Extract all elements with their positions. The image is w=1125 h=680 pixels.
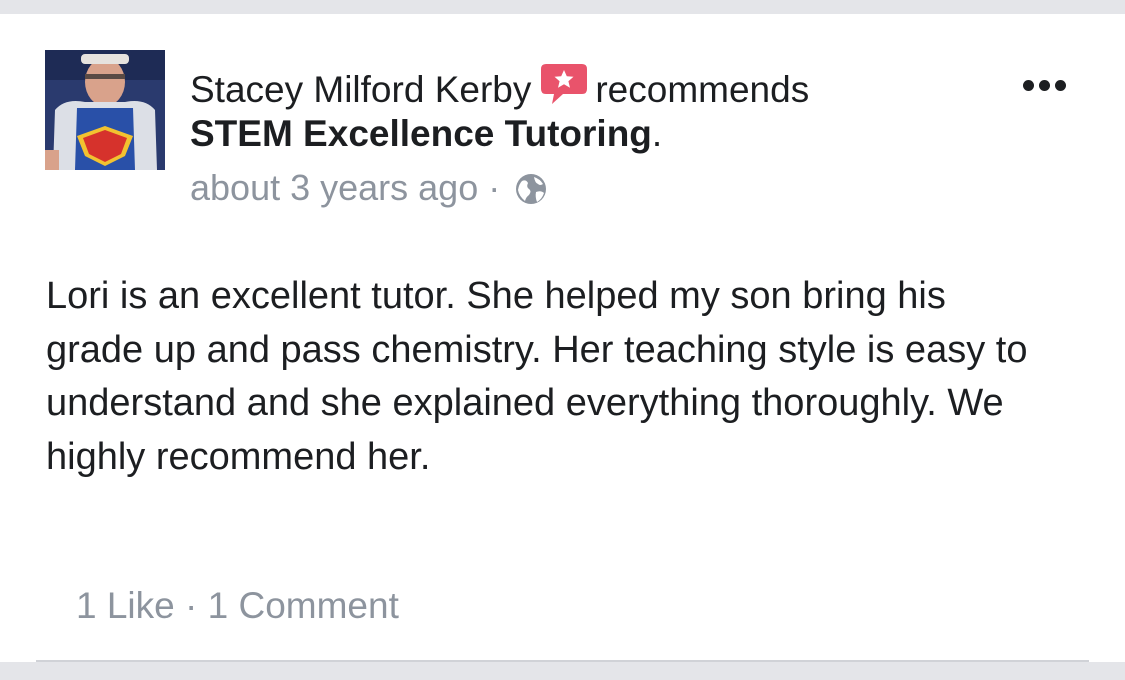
more-dot (1022, 79, 1034, 91)
author-avatar[interactable] (45, 50, 165, 170)
action-text: recommends (595, 69, 810, 110)
engagement-summary: 1 Like · 1 Comment (76, 584, 399, 628)
post-timestamp[interactable]: about 3 years ago (190, 167, 478, 208)
recommend-badge-icon (539, 62, 589, 116)
review-body: Lori is an excellent tutor. She helped m… (46, 275, 1028, 478)
meta-separator: · (488, 167, 501, 208)
more-dot (1054, 79, 1066, 91)
page-name-line: STEM Excellence Tutoring. (190, 112, 662, 156)
post-header: Stacey Milford Kerby recommends (190, 62, 809, 116)
more-dot (1038, 79, 1050, 91)
author-name-link[interactable]: Stacey Milford Kerby (190, 69, 531, 110)
more-options-icon[interactable] (1014, 70, 1074, 100)
post-meta: about 3 years ago · (190, 166, 548, 216)
footer-separator: · (185, 585, 198, 626)
comments-count-link[interactable]: 1 Comment (208, 585, 399, 626)
globe-icon (514, 172, 548, 216)
page-name-suffix: . (651, 113, 663, 154)
likes-count-link[interactable]: 1 Like (76, 585, 175, 626)
card-divider (36, 660, 1089, 662)
page-name-link[interactable]: STEM Excellence Tutoring (190, 113, 652, 154)
recommendation-post-card: Stacey Milford Kerby recommends STEM Exc… (0, 14, 1125, 662)
